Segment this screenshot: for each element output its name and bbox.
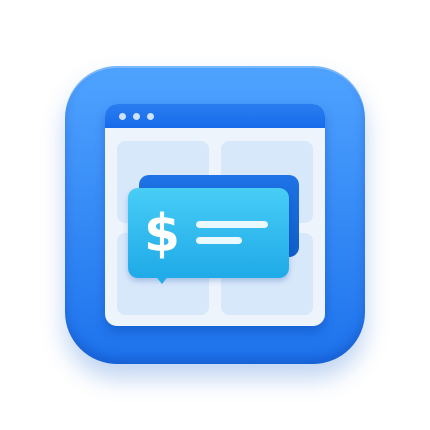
dollar-sign-icon: $ [143,204,181,264]
window-dot [133,113,140,120]
message-text-line [196,221,268,228]
window-dot [147,113,154,120]
window-titlebar [105,104,325,128]
stage: $ [0,0,430,430]
window-dot [119,113,126,120]
message-tail [154,274,170,284]
message-text-line [196,237,242,244]
